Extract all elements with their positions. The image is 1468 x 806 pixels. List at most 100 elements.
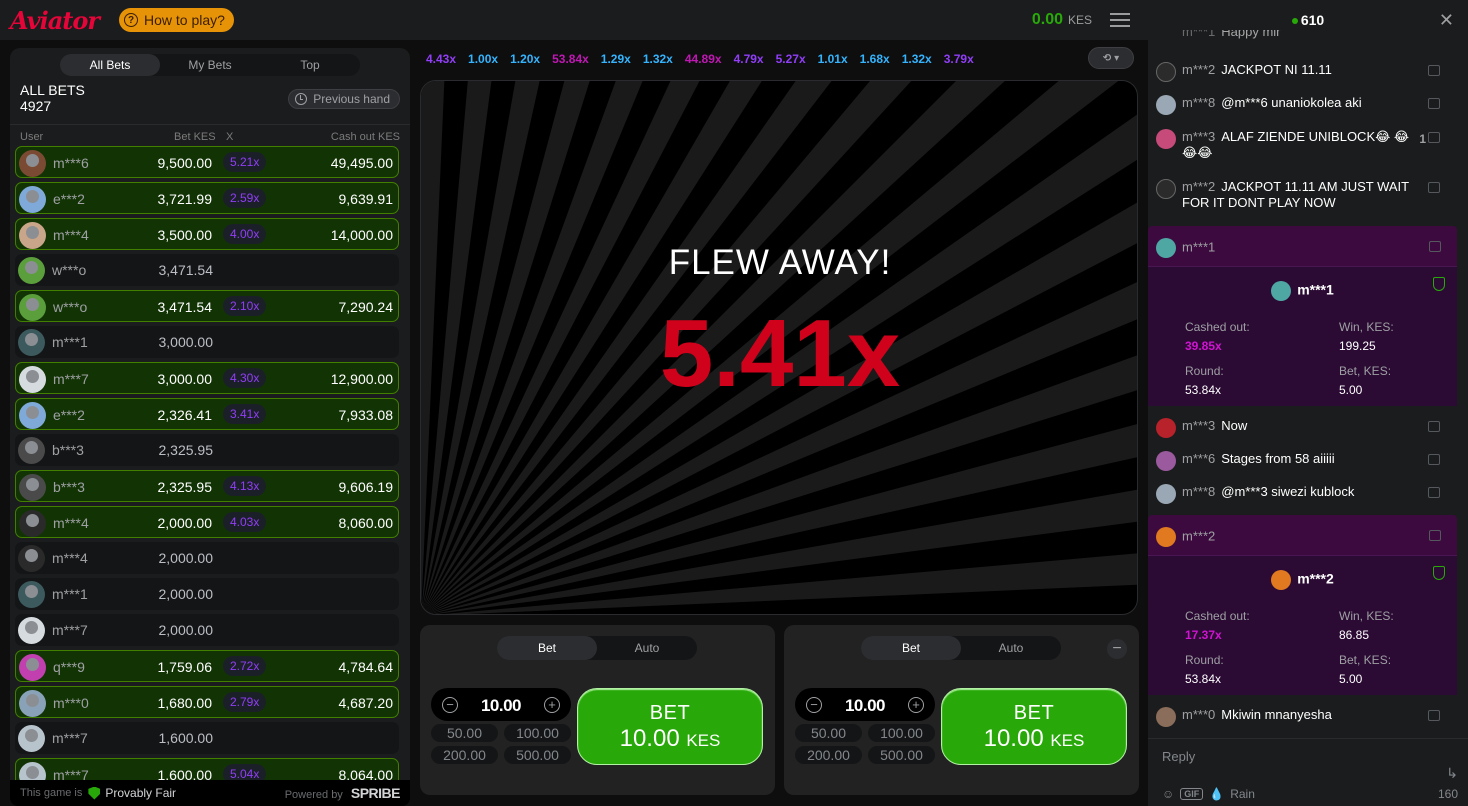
history-multiplier[interactable]: 5.27x (776, 52, 806, 66)
gif-button[interactable]: GIF (1180, 788, 1204, 800)
balance-amount: 0.00 (1031, 11, 1063, 28)
row-cashout: 9,639.91 (338, 191, 394, 207)
close-icon[interactable]: ✕ (1439, 10, 1454, 31)
chat-message: m***0 Mkiwin mnanyesha (1156, 707, 1456, 727)
avatar (1271, 281, 1292, 301)
avatar (1156, 238, 1176, 258)
row-multiplier: 5.21x (223, 152, 267, 172)
row-bet: 3,000.00 (157, 371, 213, 387)
verified-shield-icon[interactable] (1433, 277, 1445, 291)
like-icon[interactable] (1428, 421, 1440, 432)
avatar (19, 510, 46, 537)
history-multiplier[interactable]: 1.32x (643, 52, 673, 66)
tab-bet[interactable]: Bet (861, 636, 961, 660)
history-multiplier[interactable]: 1.01x (818, 52, 848, 66)
avatar (19, 474, 46, 501)
quick-amount-button[interactable]: 200.00 (795, 746, 862, 764)
emoji-icon[interactable]: ☺ (1162, 787, 1174, 801)
avatar (19, 690, 46, 717)
provably-fair-link[interactable]: Provably Fair (105, 786, 176, 800)
like-icon[interactable] (1428, 487, 1440, 498)
card-user: m***2 (1148, 570, 1457, 590)
history-multiplier[interactable]: 1.68x (860, 52, 890, 66)
previous-hand-button[interactable]: Previous hand (288, 89, 400, 109)
tab-top[interactable]: Top (260, 54, 360, 76)
bet-button[interactable]: BET 10.00 KES (577, 688, 763, 765)
history-multiplier[interactable]: 1.00x (468, 52, 498, 66)
row-bet: 1,759.06 (157, 659, 213, 675)
remove-panel-button[interactable]: − (1107, 639, 1127, 659)
tab-auto[interactable]: Auto (597, 636, 697, 660)
row-multiplier: 4.13x (223, 476, 267, 496)
like-icon[interactable] (1428, 132, 1440, 143)
bet-panel-2: Bet Auto − − 10.00 + 50.00 100.00 200.00… (784, 625, 1139, 795)
chat-message: m***2 JACKPOT NI 11.11 (1156, 62, 1456, 82)
table-row: m***1 2,000.00 (15, 578, 399, 610)
round-value: 53.84x (1185, 672, 1222, 686)
powered-by-label: Powered by (284, 789, 343, 801)
tab-bet[interactable]: Bet (497, 636, 597, 660)
history-multiplier[interactable]: 4.43x (426, 52, 456, 66)
chat-message: m***6 Stages from 58 aiiiii (1156, 451, 1456, 471)
verified-shield-icon[interactable] (1433, 566, 1445, 580)
like-icon[interactable] (1428, 454, 1440, 465)
bet-button[interactable]: BET 10.00 KES (941, 688, 1127, 765)
tab-auto[interactable]: Auto (961, 636, 1061, 660)
quick-amount-button[interactable]: 500.00 (504, 746, 571, 764)
table-row: m***4 3,500.00 4.00x 14,000.00 (15, 218, 399, 250)
row-cashout: 7,933.08 (338, 407, 394, 423)
bet-button-label: BET (1013, 702, 1055, 724)
row-user: m***4 (53, 515, 89, 531)
tab-all-bets[interactable]: All Bets (60, 54, 160, 76)
chat-message: m***1 Happy mir (1156, 30, 1456, 44)
history-multiplier[interactable]: 1.29x (601, 52, 631, 66)
history-multiplier[interactable]: 53.84x (552, 52, 589, 66)
like-icon[interactable] (1428, 98, 1440, 109)
avatar (1156, 707, 1176, 727)
table-row: m***7 1,600.00 (15, 722, 399, 754)
quick-amount-button[interactable]: 100.00 (868, 724, 935, 742)
quick-amount-button[interactable]: 50.00 (795, 724, 862, 742)
balance-currency: KES (1067, 13, 1092, 27)
like-icon[interactable] (1428, 182, 1440, 193)
row-bet: 2,325.95 (158, 442, 214, 458)
how-to-play-button[interactable]: ? How to play? (119, 8, 234, 32)
like-icon[interactable] (1428, 65, 1440, 76)
plus-icon[interactable]: + (544, 697, 560, 713)
this-game-is-label: This game is (20, 787, 83, 799)
history-multiplier[interactable]: 44.89x (685, 52, 722, 66)
bets-tabs: All Bets My Bets Top (60, 54, 360, 76)
history-dropdown-button[interactable]: ⟲ ▾ (1088, 47, 1134, 69)
chat-message: m***3 Now (1156, 418, 1456, 438)
send-icon[interactable]: ↳ (1446, 765, 1458, 782)
card-header: m***2 (1156, 527, 1215, 547)
table-row: m***4 2,000.00 (15, 542, 399, 574)
like-icon[interactable] (1428, 710, 1440, 721)
quick-amount-button[interactable]: 200.00 (431, 746, 498, 764)
row-user: w***o (53, 299, 88, 315)
rain-label[interactable]: Rain (1230, 787, 1255, 801)
like-icon[interactable] (1429, 241, 1441, 252)
history-multiplier[interactable]: 4.79x (734, 52, 764, 66)
history-multiplier[interactable]: 1.32x (902, 52, 932, 66)
history-multiplier[interactable]: 1.20x (510, 52, 540, 66)
quick-amount-button[interactable]: 500.00 (868, 746, 935, 764)
like-icon[interactable] (1429, 530, 1441, 541)
quick-amount-button[interactable]: 100.00 (504, 724, 571, 742)
menu-icon[interactable] (1110, 13, 1130, 27)
shield-icon (88, 786, 101, 800)
win-value: 86.85 (1339, 628, 1370, 642)
all-bets-summary: ALL BETS 4927 (20, 82, 85, 114)
chat-panel: 610 ✕ m***1 Happy mir m***2 JACKPOT NI 11.… (1148, 0, 1468, 806)
history-icon (295, 93, 308, 105)
reply-input[interactable]: Reply (1162, 749, 1195, 764)
tab-my-bets[interactable]: My Bets (160, 54, 260, 76)
row-cashout: 14,000.00 (330, 227, 393, 243)
chat-message: m***3 ALAF ZIENDE UNIBLOCK😂 😂😂😂 1 (1156, 129, 1456, 161)
quick-amount-button[interactable]: 50.00 (431, 724, 498, 742)
rain-icon[interactable]: 💧 (1209, 787, 1224, 801)
bets-list: m***6 9,500.00 5.21x 49,495.00 e***2 3,721.99… (15, 146, 399, 794)
avatar (19, 402, 46, 429)
history-multiplier[interactable]: 3.79x (944, 52, 974, 66)
plus-icon[interactable]: + (908, 697, 924, 713)
